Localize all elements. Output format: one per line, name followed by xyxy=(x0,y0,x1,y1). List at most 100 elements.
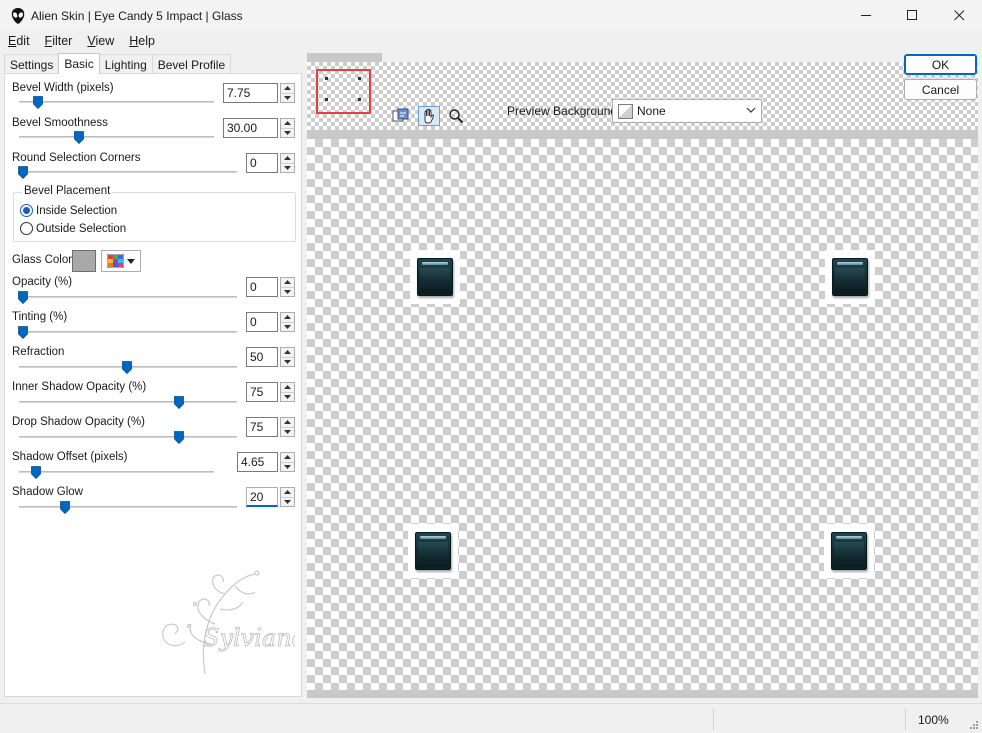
spin-up-icon[interactable] xyxy=(281,348,294,357)
bevel-smoothness-input[interactable]: 30.00 xyxy=(223,118,278,138)
shadow-offset-slider-track[interactable] xyxy=(19,471,214,473)
spin-up-icon[interactable] xyxy=(281,84,294,93)
tab-lighting[interactable]: Lighting xyxy=(98,54,153,74)
drop-shadow-slider-thumb[interactable] xyxy=(174,431,184,444)
round-corners-slider-track[interactable] xyxy=(19,171,237,173)
glass-color-label: Glass Color xyxy=(12,254,73,266)
opacity-slider-track[interactable] xyxy=(19,296,237,298)
tab-settings[interactable]: Settings xyxy=(4,54,60,74)
close-button[interactable] xyxy=(936,0,982,31)
spin-down-icon[interactable] xyxy=(281,461,294,472)
signature-watermark: Sylviane xyxy=(162,570,295,675)
spin-up-icon[interactable] xyxy=(281,154,294,163)
spin-up-icon[interactable] xyxy=(281,383,294,392)
bevel-smoothness-slider-track[interactable] xyxy=(19,136,214,138)
refraction-spinner: 50 xyxy=(246,347,295,367)
spin-down-icon[interactable] xyxy=(281,426,294,437)
inner-shadow-input[interactable]: 75 xyxy=(246,382,278,402)
spin-down-icon[interactable] xyxy=(281,162,294,173)
shadow-offset-spinner: 4.65 xyxy=(237,452,295,472)
menu-help[interactable]: Help xyxy=(121,34,162,48)
menu-view[interactable]: View xyxy=(79,34,121,48)
slider-thumb-icon xyxy=(174,396,184,409)
outside-selection-option[interactable]: Outside Selection xyxy=(20,222,126,235)
maximize-button[interactable] xyxy=(889,0,935,31)
alien-skin-app-icon xyxy=(11,7,25,24)
opacity-slider-thumb[interactable] xyxy=(18,291,28,304)
preview-navigator[interactable] xyxy=(307,53,978,613)
shadow-glow-slider-track[interactable] xyxy=(19,506,237,508)
ok-button[interactable]: OK xyxy=(904,54,977,75)
preview-canvas[interactable] xyxy=(307,139,978,690)
radio-checked-icon[interactable] xyxy=(20,204,33,217)
glass-color-swatch[interactable] xyxy=(72,250,96,272)
inner-shadow-slider-track[interactable] xyxy=(19,401,237,403)
shadow-glow-input[interactable]: 20 xyxy=(246,487,278,507)
menu-filter[interactable]: Filter xyxy=(37,34,80,48)
round-corners-input[interactable]: 0 xyxy=(246,153,278,173)
toggle-preview-tool[interactable] xyxy=(390,106,412,126)
cancel-button[interactable]: Cancel xyxy=(904,79,977,100)
spin-down-icon[interactable] xyxy=(281,127,294,138)
shadow-offset-label: Shadow Offset (pixels) xyxy=(12,451,128,463)
svg-text:Sylviane: Sylviane xyxy=(203,624,295,652)
shadow-offset-slider-thumb[interactable] xyxy=(31,466,41,479)
tinting-slider-track[interactable] xyxy=(19,331,237,333)
preview-background-select[interactable]: None xyxy=(612,99,762,123)
refraction-input[interactable]: 50 xyxy=(246,347,278,367)
zoom-tool[interactable] xyxy=(445,106,467,126)
spin-down-icon[interactable] xyxy=(281,391,294,402)
spin-down-icon[interactable] xyxy=(281,496,294,507)
spin-down-icon[interactable] xyxy=(281,321,294,332)
magnifier-icon xyxy=(449,109,464,124)
spin-up-icon[interactable] xyxy=(281,278,294,287)
minimize-button[interactable] xyxy=(843,0,889,31)
compare-preview-icon xyxy=(392,108,409,122)
refraction-slider-thumb[interactable] xyxy=(122,361,132,374)
bevel-width-input[interactable]: 7.75 xyxy=(223,83,278,103)
drop-shadow-slider-track[interactable] xyxy=(19,436,237,438)
tinting-slider-thumb[interactable] xyxy=(18,326,28,339)
tab-bevel-profile[interactable]: Bevel Profile xyxy=(151,54,232,74)
navigator-viewport-rect[interactable] xyxy=(316,69,371,114)
bevel-width-slider-track[interactable] xyxy=(19,101,214,103)
round-corners-slider-thumb[interactable] xyxy=(18,166,28,179)
bevel-smoothness-slider-thumb[interactable] xyxy=(73,131,84,144)
tinting-input[interactable]: 0 xyxy=(246,312,278,332)
pan-tool[interactable] xyxy=(418,106,440,126)
bevel-placement-group: Bevel Placement Inside Selection Outside… xyxy=(13,185,296,242)
window-title: Alien Skin | Eye Candy 5 Impact | Glass xyxy=(31,8,243,23)
spin-up-icon[interactable] xyxy=(281,453,294,462)
glass-square xyxy=(408,524,458,578)
spin-up-icon[interactable] xyxy=(281,119,294,128)
spin-down-icon[interactable] xyxy=(281,356,294,367)
spin-up-icon[interactable] xyxy=(281,418,294,427)
color-picker-button[interactable] xyxy=(101,250,141,272)
opacity-label: Opacity (%) xyxy=(12,276,73,288)
shadow-glow-slider-thumb[interactable] xyxy=(59,501,70,514)
radio-unchecked-icon[interactable] xyxy=(20,222,33,235)
title-bar: Alien Skin | Eye Candy 5 Impact | Glass xyxy=(0,0,982,31)
resize-grip-icon[interactable] xyxy=(969,720,979,730)
menu-bar: Edit Filter View Help xyxy=(0,31,982,51)
outside-selection-label: Outside Selection xyxy=(36,222,127,235)
bevel-width-slider-thumb[interactable] xyxy=(32,96,43,109)
inner-shadow-slider-thumb[interactable] xyxy=(174,396,184,409)
tinting-label: Tinting (%) xyxy=(12,311,68,323)
preview-background-label: Preview Background: xyxy=(507,104,621,118)
opacity-input[interactable]: 0 xyxy=(246,277,278,297)
maximize-icon xyxy=(906,10,917,20)
spin-down-icon[interactable] xyxy=(281,286,294,297)
thumb-dot xyxy=(358,77,361,80)
menu-edit[interactable]: Edit xyxy=(0,34,37,48)
spin-down-icon[interactable] xyxy=(281,92,294,103)
tab-basic[interactable]: Basic xyxy=(58,53,100,74)
spin-up-icon[interactable] xyxy=(281,488,294,497)
shadow-offset-input[interactable]: 4.65 xyxy=(237,452,278,472)
bevel-width-label: Bevel Width (pixels) xyxy=(12,82,114,94)
inside-selection-option[interactable]: Inside Selection xyxy=(20,204,117,217)
drop-shadow-input[interactable]: 75 xyxy=(246,417,278,437)
chevron-down-icon xyxy=(746,107,756,113)
chevron-down-icon xyxy=(127,258,136,264)
spin-up-icon[interactable] xyxy=(281,313,294,322)
